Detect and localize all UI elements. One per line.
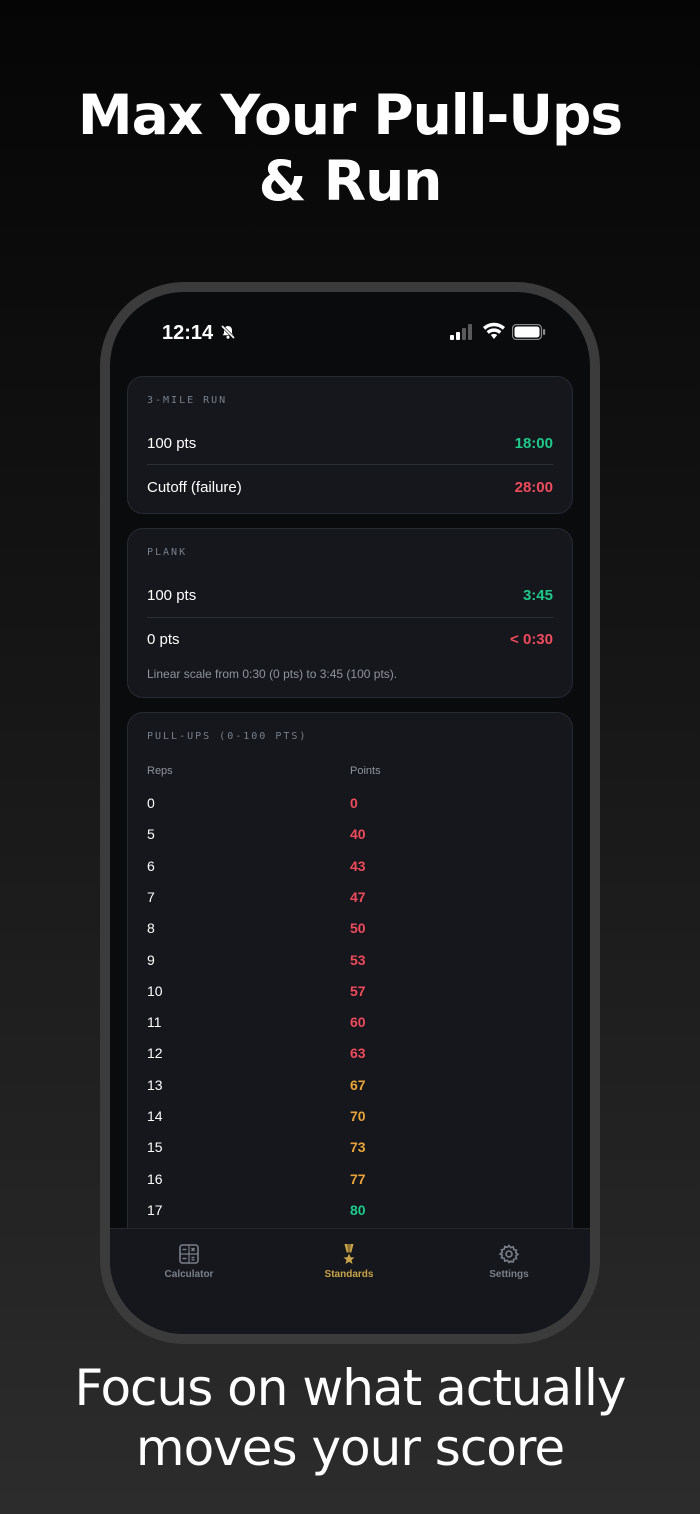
points-cell: 73 [350, 1139, 366, 1156]
points-cell: 47 [350, 888, 366, 905]
headline: Max Your Pull-Ups & Run [0, 82, 700, 214]
table-row: 7 47 [128, 889, 574, 920]
points-cell: 0 [350, 795, 358, 811]
plank-card-title: PLANK [147, 547, 188, 558]
reps-cell: 15 [147, 1139, 163, 1156]
table-row: 11 60 [128, 1014, 574, 1045]
points-cell: 63 [350, 1045, 366, 1062]
plank-0pts-label: 0 pts [147, 631, 180, 648]
plank-divider [147, 617, 553, 618]
reps-cell: 7 [147, 888, 155, 905]
signal-icon [450, 324, 472, 340]
points-cell: 77 [350, 1170, 366, 1187]
table-row: 9 53 [128, 952, 574, 983]
reps-cell: 16 [147, 1170, 163, 1187]
run-divider [147, 464, 553, 465]
tab-bar: Calculator Standards Settings [110, 1228, 590, 1334]
reps-cell: 0 [147, 795, 155, 811]
reps-cell: 9 [147, 951, 155, 968]
points-cell: 80 [350, 1201, 366, 1218]
plank-100pts-label: 100 pts [147, 587, 197, 604]
table-row: 14 70 [128, 1108, 574, 1139]
reps-cell: 12 [147, 1045, 163, 1062]
caption: Focus on what actually moves your score [0, 1358, 700, 1478]
points-cell: 67 [350, 1076, 366, 1093]
tab-settings[interactable]: Settings [449, 1243, 569, 1280]
phone-frame: 12:14 3-MILE RUN 100 pts 18:00 Cutoff (f… [100, 282, 600, 1344]
pullups-card-title: PULL-UPS (0-100 PTS) [147, 731, 308, 742]
status-time: 12:14 [162, 322, 214, 344]
tab-calculator[interactable]: Calculator [129, 1243, 249, 1280]
table-row: 13 67 [128, 1077, 574, 1108]
col-header-reps: Reps [147, 765, 173, 777]
pullups-card: PULL-UPS (0-100 PTS) Reps Points 0 0 5 40 6 4… [127, 712, 573, 1272]
col-header-points: Points [350, 765, 381, 777]
tab-standards[interactable]: Standards [289, 1243, 409, 1280]
points-cell: 40 [350, 826, 366, 843]
tab-calculator-label: Calculator [164, 1269, 214, 1280]
wifi-icon [483, 322, 505, 339]
reps-cell: 5 [147, 826, 155, 843]
run-cutoff-label: Cutoff (failure) [147, 479, 242, 496]
headline-line-2: & Run [258, 149, 443, 213]
tab-standards-label: Standards [324, 1269, 374, 1280]
gear-icon [498, 1244, 520, 1264]
table-row: 12 63 [128, 1045, 574, 1076]
reps-cell: 8 [147, 920, 155, 937]
points-cell: 70 [350, 1108, 366, 1124]
run-card: 3-MILE RUN 100 pts 18:00 Cutoff (failure… [127, 376, 573, 514]
caption-line-1: Focus on what actually [74, 1359, 626, 1417]
reps-cell: 11 [147, 1014, 162, 1031]
tab-settings-label: Settings [489, 1269, 529, 1280]
points-cell: 60 [350, 1014, 366, 1031]
run-cutoff-value: 28:00 [514, 479, 553, 496]
plank-0pts-value: < 0:30 [510, 631, 553, 648]
reps-cell: 17 [147, 1201, 163, 1218]
battery-icon [512, 324, 546, 340]
run-card-title: 3-MILE RUN [147, 395, 228, 406]
plank-100pts-value: 3:45 [522, 587, 553, 604]
headline-line-1: Max Your Pull-Ups [77, 83, 623, 147]
reps-cell: 14 [147, 1108, 163, 1124]
points-cell: 57 [350, 982, 366, 999]
plank-note: Linear scale from 0:30 (0 pts) to 3:45 (… [147, 667, 398, 681]
phone-screen: 12:14 3-MILE RUN 100 pts 18:00 Cutoff (f… [110, 292, 590, 1334]
table-row: 5 40 [128, 826, 574, 857]
table-row: 6 43 [128, 858, 574, 889]
reps-cell: 6 [147, 857, 155, 874]
table-row: 00 [128, 795, 574, 826]
points-cell: 53 [350, 951, 366, 968]
table-row: 8 50 [128, 920, 574, 951]
table-row: 16 77 [128, 1171, 574, 1202]
status-bar: 12:14 [110, 292, 590, 356]
medal-icon [343, 1244, 355, 1264]
table-row: 10 57 [128, 983, 574, 1014]
run-100pts-value: 18:00 [514, 435, 553, 452]
calculator-icon [179, 1244, 199, 1264]
bell-muted-icon [220, 324, 236, 340]
plank-card: PLANK 100 pts 3:45 0 pts < 0:30 Linear s… [127, 528, 573, 698]
run-100pts-label: 100 pts [147, 435, 197, 452]
table-row: 15 73 [128, 1139, 574, 1170]
caption-line-2: moves your score [135, 1419, 565, 1477]
points-cell: 43 [350, 857, 366, 874]
reps-cell: 13 [147, 1076, 163, 1093]
points-cell: 50 [350, 920, 366, 937]
reps-cell: 10 [147, 982, 163, 999]
